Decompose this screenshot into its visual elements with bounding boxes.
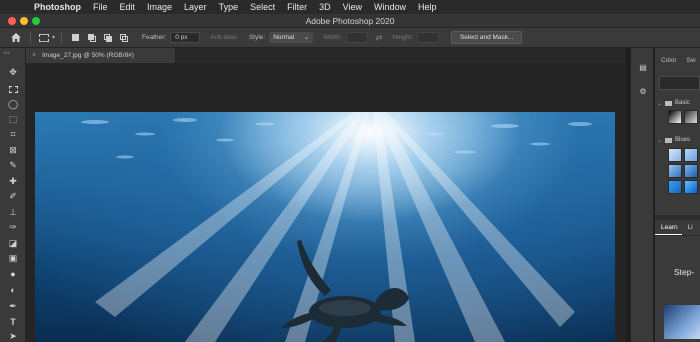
type-icon[interactable]: T bbox=[5, 316, 21, 328]
tab-learn[interactable]: Learn bbox=[655, 220, 682, 235]
width-field[interactable] bbox=[345, 32, 368, 43]
height-label: Height: bbox=[392, 34, 413, 41]
height-field[interactable] bbox=[416, 32, 439, 43]
learn-heading: Step- bbox=[674, 267, 695, 277]
close-icon[interactable]: × bbox=[32, 52, 36, 59]
apple-icon[interactable] bbox=[12, 0, 26, 14]
swatch[interactable] bbox=[684, 148, 698, 162]
swap-icon[interactable]: ⇄ bbox=[376, 33, 383, 42]
eraser-icon[interactable]: ◪ bbox=[5, 237, 21, 249]
history-panel-icon[interactable]: ▤ bbox=[636, 60, 650, 74]
tools-panel: ▸▸ ✥ ◯ ⬚ ⌗ ⊠ ✎ ✚ ✐ ⊥ ✑ ◪ ▣ ● ◐ ✒ T ➤ bbox=[0, 48, 26, 342]
menu-help[interactable]: Help bbox=[412, 0, 443, 14]
chevron-down-icon[interactable]: ▾ bbox=[52, 34, 55, 41]
style-select-value: Normal bbox=[273, 34, 295, 41]
tab-libraries[interactable]: Li bbox=[682, 220, 697, 235]
properties-panel-icon[interactable]: ⚙ bbox=[636, 84, 650, 98]
subtract-from-selection-icon[interactable] bbox=[103, 33, 113, 43]
underwater-scene bbox=[81, 112, 592, 342]
chevron-down-icon: ⌄ bbox=[657, 137, 663, 144]
menu-3d[interactable]: 3D bbox=[313, 0, 337, 14]
blur-icon[interactable]: ● bbox=[5, 268, 21, 280]
menu-filter[interactable]: Filter bbox=[281, 0, 313, 14]
menu-window[interactable]: Window bbox=[368, 0, 412, 14]
select-and-mask-button[interactable]: Select and Mask... bbox=[450, 31, 523, 44]
swatch[interactable] bbox=[668, 180, 682, 194]
rectangular-marquee-icon[interactable] bbox=[5, 83, 21, 95]
style-label: Style: bbox=[248, 34, 266, 41]
antialias-label: Anti-alias bbox=[210, 34, 237, 41]
menu-layer[interactable]: Layer bbox=[178, 0, 213, 14]
width-label: Width: bbox=[323, 34, 342, 41]
healing-brush-icon[interactable]: ✚ bbox=[5, 175, 21, 187]
brush-icon[interactable]: ✐ bbox=[5, 190, 21, 202]
right-panel: Color Sw ⌄ Basic ⌄ Blues Learn Li Step- bbox=[655, 48, 700, 342]
collapsed-panels-strip: ▤ ⚙ bbox=[630, 48, 654, 342]
menu-app-name[interactable]: Photoshop bbox=[26, 0, 87, 14]
feather-label: Feather: bbox=[142, 34, 167, 41]
history-brush-icon[interactable]: ✑ bbox=[5, 221, 21, 233]
add-to-selection-icon[interactable] bbox=[87, 33, 97, 43]
document-image[interactable] bbox=[35, 112, 615, 342]
learn-panel-content: Step- bbox=[655, 237, 700, 342]
move-tool-icon[interactable]: ✥ bbox=[5, 66, 21, 78]
folder-icon bbox=[665, 100, 673, 106]
color-panel-tabs: Color Sw bbox=[655, 54, 700, 68]
learn-panel-tabs: Learn Li bbox=[655, 220, 700, 236]
color-spectrum-bar[interactable] bbox=[659, 76, 700, 90]
object-selection-icon[interactable]: ⬚ bbox=[5, 113, 21, 125]
gradient-icon[interactable]: ▣ bbox=[5, 252, 21, 264]
document-tab[interactable]: × Image_27.jpg @ 50% (RGB/8#) bbox=[26, 48, 176, 63]
divider bbox=[61, 31, 63, 44]
marquee-preset-icon[interactable] bbox=[39, 33, 49, 42]
window-title: Adobe Photoshop 2020 bbox=[305, 16, 395, 26]
swatch-group-basic[interactable]: ⌄ Basic bbox=[657, 98, 700, 108]
swatch-group-label: Basic bbox=[675, 100, 690, 106]
path-selection-icon[interactable]: ➤ bbox=[5, 330, 21, 342]
swatch[interactable] bbox=[684, 110, 698, 124]
feather-input[interactable]: 0 px bbox=[170, 32, 201, 43]
chevron-down-icon: ⌄ bbox=[303, 34, 310, 41]
home-icon[interactable] bbox=[8, 31, 24, 45]
pen-icon[interactable]: ✒ bbox=[5, 300, 21, 312]
tab-swatches[interactable]: Sw bbox=[681, 54, 700, 68]
menu-edit[interactable]: Edit bbox=[114, 0, 142, 14]
menu-file[interactable]: File bbox=[87, 0, 114, 14]
dodge-icon[interactable]: ◐ bbox=[5, 284, 21, 296]
tab-color[interactable]: Color bbox=[655, 54, 681, 68]
swatch[interactable] bbox=[668, 110, 682, 124]
title-bar: Adobe Photoshop 2020 bbox=[0, 14, 700, 28]
intersect-selection-icon[interactable] bbox=[119, 33, 129, 43]
document-tab-label: Image_27.jpg @ 50% (RGB/8#) bbox=[42, 52, 134, 59]
swatch[interactable] bbox=[684, 164, 698, 178]
lasso-icon[interactable]: ◯ bbox=[5, 98, 21, 110]
swatch[interactable] bbox=[668, 164, 682, 178]
canvas-area[interactable] bbox=[26, 63, 626, 342]
crop-icon[interactable]: ⌗ bbox=[5, 128, 21, 140]
eyedropper-icon[interactable]: ✎ bbox=[5, 159, 21, 171]
style-select[interactable]: Normal ⌄ bbox=[269, 32, 314, 43]
clone-stamp-icon[interactable]: ⊥ bbox=[5, 206, 21, 218]
chevron-down-icon: ⌄ bbox=[657, 100, 663, 107]
options-bar: ▾ Feather: 0 px Anti-alias Style: Normal… bbox=[0, 28, 700, 48]
swatch[interactable] bbox=[684, 180, 698, 194]
menu-image[interactable]: Image bbox=[141, 0, 178, 14]
document-tab-strip: × Image_27.jpg @ 50% (RGB/8#) bbox=[26, 48, 626, 63]
frame-icon[interactable]: ⊠ bbox=[5, 144, 21, 156]
menu-type[interactable]: Type bbox=[213, 0, 245, 14]
tutorial-thumbnail[interactable] bbox=[664, 305, 700, 339]
new-selection-icon[interactable] bbox=[71, 33, 81, 43]
swatch-group-blues[interactable]: ⌄ Blues bbox=[657, 135, 700, 145]
swatch-group-label: Blues bbox=[675, 137, 691, 143]
menu-bar: Photoshop File Edit Image Layer Type Sel… bbox=[0, 0, 700, 14]
menu-select[interactable]: Select bbox=[244, 0, 281, 14]
panel-grip-icon[interactable]: ▸▸ bbox=[4, 50, 22, 56]
divider bbox=[30, 31, 31, 44]
folder-icon bbox=[665, 137, 673, 143]
menu-view[interactable]: View bbox=[337, 0, 368, 14]
swatch[interactable] bbox=[668, 148, 682, 162]
